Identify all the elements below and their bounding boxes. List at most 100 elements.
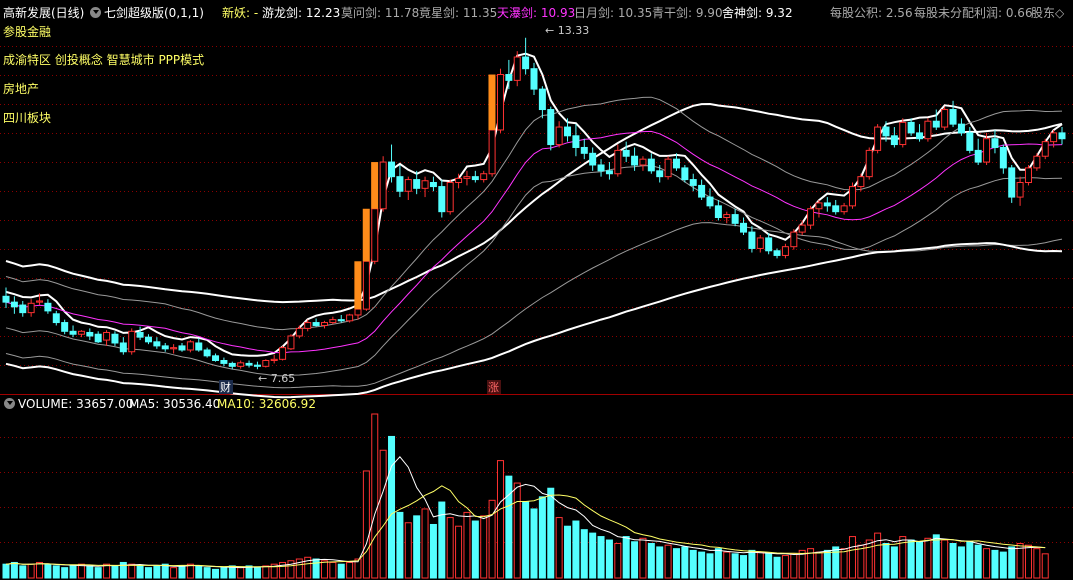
candle-body: [61, 322, 69, 332]
volume-bar: [61, 567, 69, 579]
volume-bar: [765, 553, 773, 579]
volume-bar: [538, 496, 546, 579]
volume-bar: [320, 560, 328, 579]
candle-body: [857, 176, 865, 188]
volume-bar: [865, 539, 873, 579]
candle-body: [429, 181, 437, 188]
volume-bar: [823, 549, 831, 579]
candle-body: [404, 179, 412, 192]
volume-bar: [555, 517, 563, 579]
candle-body: [337, 319, 345, 322]
volume-bar: [212, 568, 220, 579]
candle-body: [974, 149, 982, 163]
candle-body: [471, 176, 479, 181]
volume-bar: [941, 539, 949, 579]
candle-body: [538, 88, 546, 111]
volume-bar: [446, 517, 454, 579]
volume-bar: [714, 548, 722, 579]
candle-body: [396, 176, 404, 192]
candle-body: [756, 237, 764, 249]
volume-bar: [572, 520, 580, 579]
candle-body: [790, 231, 798, 248]
tag-sichuan: 四川板块: [3, 111, 52, 125]
volume-bar: [966, 541, 974, 579]
candle-body: [555, 126, 563, 146]
volume-bar: [404, 522, 412, 579]
volume-bar: [170, 567, 178, 579]
candle-body: [798, 224, 806, 233]
volume-value: VOLUME: 33657.00: [18, 397, 134, 411]
candle-body: [597, 164, 605, 172]
candle-body: [144, 336, 152, 343]
candle-body: [52, 313, 60, 324]
candle-body: [19, 304, 27, 314]
volume-bar: [622, 536, 630, 579]
candle-body: [488, 129, 496, 175]
candle-body: [237, 362, 245, 367]
volume-bar: [840, 548, 848, 579]
volume-bar: [974, 544, 982, 579]
price-volume-chart[interactable]: ← 13.33 ← 7.65 财 涨: [0, 0, 1073, 580]
candle-body: [631, 155, 639, 166]
volume-bar: [27, 563, 35, 579]
volume-bar: [471, 520, 479, 579]
candle-body: [86, 331, 94, 337]
candle-body: [706, 196, 714, 207]
volume-bar: [631, 541, 639, 579]
candle-body: [890, 135, 898, 146]
volume-bar: [924, 537, 932, 579]
candle-body: [656, 170, 664, 178]
tag-concepts: 成渝特区 创投概念 智慧城市 PPP模式: [3, 53, 205, 67]
volume-bar: [547, 487, 555, 579]
volume-bar: [337, 563, 345, 579]
candle-body: [438, 186, 446, 213]
volume-bar: [614, 542, 622, 579]
candle-body: [823, 202, 831, 207]
volume-bar: [312, 558, 320, 579]
candle-body: [354, 308, 362, 316]
candle-body: [614, 149, 622, 175]
candle-body: [924, 120, 932, 140]
candle-body: [103, 331, 111, 341]
candle-body: [178, 345, 186, 351]
volume-bar: [815, 551, 823, 579]
candle-body: [186, 341, 194, 351]
candle-body: [329, 319, 337, 324]
high-price-label: ← 13.33: [545, 24, 589, 37]
volume-bar: [605, 539, 613, 579]
candle-body: [455, 177, 463, 183]
signal-bar: [354, 261, 362, 310]
candle-body: [379, 161, 387, 210]
candle-body: [69, 330, 77, 335]
candle-body: [111, 333, 119, 344]
volume-bar: [237, 567, 245, 579]
candle-body: [128, 330, 136, 353]
volume-bar: [589, 532, 597, 579]
volume-bar: [69, 565, 77, 579]
candle-body: [153, 341, 161, 347]
candle-body: [1024, 167, 1032, 183]
volume-bar: [647, 542, 655, 579]
candle-body: [639, 158, 647, 166]
candle-body: [421, 180, 429, 189]
volume-bar: [932, 534, 940, 579]
candle-body: [295, 327, 303, 337]
candle-body: [1041, 141, 1049, 157]
volume-menu-icon[interactable]: [4, 398, 15, 412]
volume-bar: [564, 525, 572, 579]
candle-body: [10, 301, 18, 308]
candle-body: [740, 222, 748, 233]
candle-body: [899, 121, 907, 146]
candle-body: [932, 120, 940, 128]
candle-body: [119, 342, 127, 353]
volume-bar: [362, 470, 370, 579]
volume-bar: [128, 563, 136, 579]
band-line: [5, 165, 1063, 377]
volume-bar: [52, 565, 60, 579]
volume-bar: [94, 567, 102, 579]
volume-bar: [253, 567, 261, 579]
signal-bar: [488, 74, 496, 130]
candle-body: [228, 362, 236, 367]
candle-body: [991, 138, 999, 148]
volume-bar: [999, 551, 1007, 579]
